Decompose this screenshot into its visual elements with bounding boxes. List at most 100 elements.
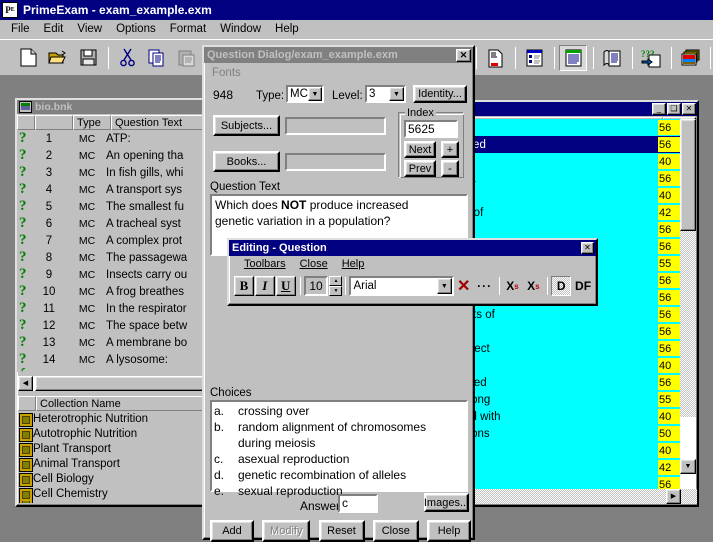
table-row[interactable]: 4MCA transport sys — [17, 181, 211, 198]
exam-vscroll-down-arrow[interactable]: ▼ — [680, 459, 696, 474]
table-row[interactable]: 2MCAn opening tha — [17, 147, 211, 164]
help-button[interactable]: Help — [427, 520, 471, 542]
close-button[interactable]: Close — [373, 520, 419, 542]
menu-item-view[interactable]: View — [70, 21, 109, 37]
df-button[interactable]: DF — [571, 276, 595, 296]
table-row[interactable]: 11MCIn the respirator — [17, 300, 211, 317]
editing-menu-close[interactable]: Close — [293, 258, 335, 270]
menu-item-help[interactable]: Help — [268, 21, 306, 37]
bank-col-question-text[interactable]: Question Text — [111, 115, 211, 130]
modify-button[interactable]: Modify — [262, 520, 310, 542]
table-row[interactable]: 5MCThe smallest fu — [17, 198, 211, 215]
save-disk-icon[interactable] — [74, 45, 102, 71]
menu-item-edit[interactable]: Edit — [37, 21, 71, 37]
paste-icon[interactable] — [173, 45, 201, 71]
exam-maximize-button[interactable]: ❑ — [667, 103, 681, 115]
table-row[interactable]: 10MCA frog breathes — [17, 283, 211, 300]
index-minus-button[interactable]: - — [441, 160, 459, 177]
index-plus-button[interactable]: + — [441, 141, 459, 158]
clear-formatting-icon[interactable]: ✕ — [454, 276, 474, 296]
subjects-field[interactable] — [285, 117, 386, 135]
table-row[interactable]: 8MCThe passagewa — [17, 249, 211, 266]
font-family-combo[interactable]: Arial ▼ — [349, 276, 453, 296]
list-item-partial[interactable] — [18, 501, 210, 503]
question-dialog-close-button[interactable]: ✕ — [456, 49, 471, 62]
add-button[interactable]: Add — [210, 520, 254, 542]
table-row[interactable]: 14MCA lysosome: — [17, 351, 211, 368]
italic-button[interactable]: I — [255, 276, 275, 296]
table-row[interactable]: 6MCA tracheal syst — [17, 215, 211, 232]
font-size-down-arrow[interactable]: ▼ — [329, 286, 342, 296]
subscript-button[interactable]: Xs — [523, 276, 543, 296]
open-folder-icon[interactable] — [44, 45, 72, 71]
question-bank-icon[interactable] — [481, 45, 509, 71]
menu-item-format[interactable]: Format — [163, 21, 213, 37]
index-input[interactable]: 5625 — [404, 120, 458, 138]
bank-question-list[interactable]: 1MCATP:2MCAn opening tha3MCIn fish gills… — [17, 130, 211, 372]
bank-hscrollbar[interactable]: ◀ — [18, 376, 210, 391]
type-combo[interactable]: MC ▼ — [286, 85, 324, 103]
choice-item[interactable]: a.crossing over — [214, 403, 464, 419]
copy-icon[interactable] — [143, 45, 171, 71]
list-item[interactable]: Animal Transport — [18, 456, 210, 471]
bank-hscroll-left-arrow[interactable]: ◀ — [18, 376, 33, 391]
font-size-up-arrow[interactable]: ▲ — [329, 276, 342, 286]
exam-hscroll-right-arrow[interactable]: ▶ — [666, 489, 681, 504]
menu-item-options[interactable]: Options — [109, 21, 163, 37]
images-stack-icon[interactable] — [676, 45, 704, 71]
list-item[interactable]: Heterotrophic Nutrition — [18, 411, 210, 426]
font-size-input[interactable]: 10 — [304, 276, 329, 296]
bank-hscroll-thumb[interactable] — [35, 376, 205, 391]
chevron-down-icon[interactable]: ▼ — [308, 87, 322, 101]
d-toggle-button[interactable]: D — [551, 276, 571, 296]
books-button[interactable]: Books... — [213, 151, 280, 172]
bank-col-number[interactable] — [35, 115, 73, 130]
menu-item-window[interactable]: Window — [213, 21, 268, 37]
list-item[interactable]: Autotrophic Nutrition — [18, 426, 210, 441]
chevron-down-icon-2[interactable]: ▼ — [389, 87, 404, 101]
detail-list-icon[interactable] — [520, 45, 548, 71]
menu-item-file[interactable]: File — [4, 21, 37, 37]
editing-menu-help[interactable]: Help — [335, 258, 372, 270]
underline-button[interactable]: U — [276, 276, 296, 296]
add-question-icon[interactable]: ??? — [637, 45, 665, 71]
editing-menu-toolbars[interactable]: Toolbars — [237, 258, 293, 270]
table-row-partial[interactable] — [17, 368, 211, 372]
choices-area[interactable]: a.crossing overb.random alignment of chr… — [210, 400, 468, 492]
bank-window[interactable]: bio.bnk Type Question Text 1MCATP:2MCAn … — [15, 98, 213, 507]
answer-input[interactable]: c — [338, 494, 378, 513]
collection-col-name[interactable]: Collection Name — [36, 396, 210, 411]
choice-item[interactable]: during meiosis — [214, 435, 464, 451]
choice-item[interactable]: c.asexual reproduction — [214, 451, 464, 467]
table-row[interactable]: 12MCThe space betw — [17, 317, 211, 334]
font-size-stepper[interactable]: ▲ ▼ — [329, 276, 342, 296]
bank-col-type[interactable]: Type — [73, 115, 111, 130]
list-item[interactable]: Plant Transport — [18, 441, 210, 456]
prime-exam-icon[interactable]: PE — [2, 2, 18, 18]
choice-item[interactable]: d.genetic recombination of alleles — [214, 467, 464, 483]
chevron-down-icon-3[interactable]: ▼ — [437, 278, 452, 294]
superscript-button[interactable]: Xs — [503, 276, 523, 296]
collection-list[interactable]: Heterotrophic NutritionAutotrophic Nutri… — [18, 411, 210, 503]
list-item[interactable]: Cell Biology — [18, 471, 210, 486]
level-combo[interactable]: 3 ▼ — [365, 85, 406, 103]
new-document-icon[interactable] — [14, 45, 42, 71]
subjects-button[interactable]: Subjects... — [213, 115, 280, 136]
choice-item[interactable]: b.random alignment of chromosomes — [214, 419, 464, 435]
cut-scissors-icon[interactable] — [113, 45, 141, 71]
list-item[interactable]: Cell Chemistry — [18, 486, 210, 501]
exam-close-button[interactable]: ✕ — [682, 103, 696, 115]
bold-button[interactable]: B — [234, 276, 254, 296]
more-options-icon[interactable]: ··· — [475, 276, 495, 296]
table-row[interactable]: 7MCA complex prot — [17, 232, 211, 249]
exam-minimize-button[interactable]: _ — [652, 103, 666, 115]
table-row[interactable]: 3MCIn fish gills, whi — [17, 164, 211, 181]
collection-col-icon[interactable] — [18, 396, 36, 411]
table-row[interactable]: 1MCATP: — [17, 130, 211, 147]
full-list-icon[interactable] — [559, 45, 587, 71]
exam-vscroll-thumb[interactable] — [680, 119, 696, 231]
next-button[interactable]: Next — [404, 141, 436, 158]
prev-button[interactable]: Prev — [404, 160, 436, 177]
exam-vscrollbar[interactable]: ▼ — [680, 119, 696, 490]
table-row[interactable]: 13MCA membrane bo — [17, 334, 211, 351]
